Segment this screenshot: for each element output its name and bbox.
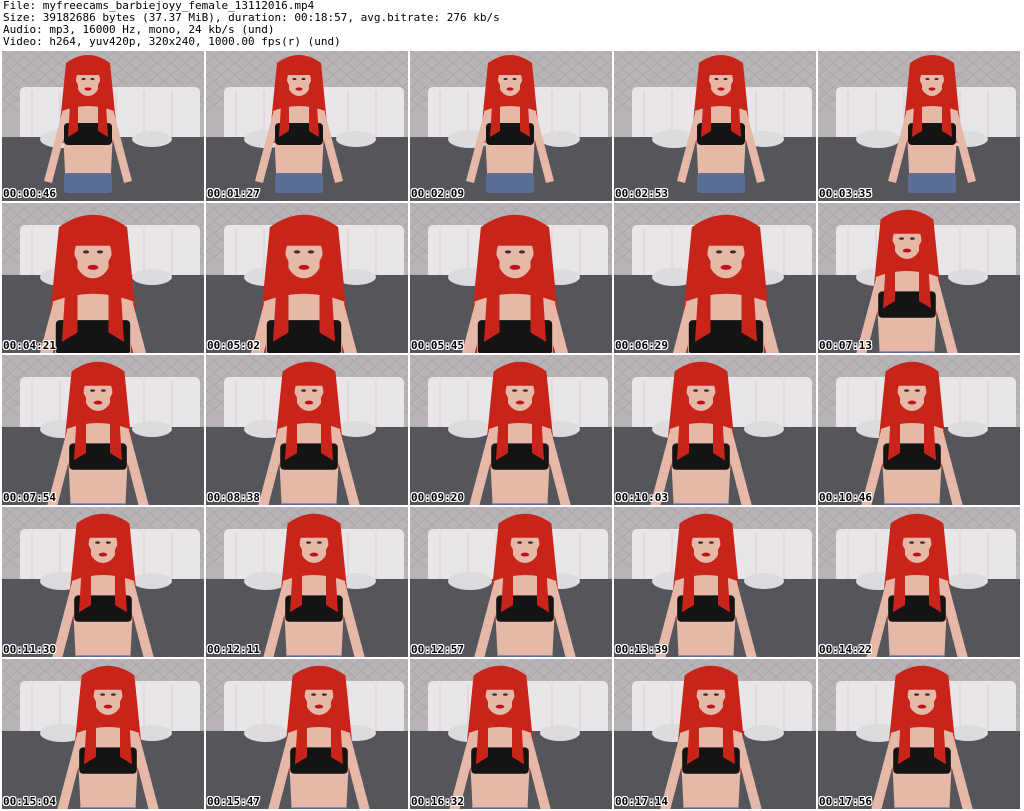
thumbnail-scene: [818, 355, 1020, 505]
video-thumbnail: 00:02:53: [614, 51, 816, 201]
video-thumbnail: 00:08:38: [206, 355, 408, 505]
video-thumbnail: 00:04:21: [2, 203, 204, 353]
thumbnail-scene: [410, 355, 612, 505]
thumbnail-timestamp: 00:12:11: [207, 643, 260, 656]
thumbnail-scene: [614, 355, 816, 505]
video-thumbnail: 00:10:46: [818, 355, 1020, 505]
thumbnail-timestamp: 00:02:53: [615, 187, 668, 200]
video-thumbnail: 00:17:14: [614, 659, 816, 809]
thumbnail-timestamp: 00:17:56: [819, 795, 872, 808]
video-thumbnail: 00:00:46: [2, 51, 204, 201]
thumbnail-timestamp: 00:14:22: [819, 643, 872, 656]
video-thumbnail: 00:03:35: [818, 51, 1020, 201]
video-thumbnail: 00:07:13: [818, 203, 1020, 353]
thumbnail-scene: [410, 51, 612, 201]
thumbnail-timestamp: 00:10:03: [615, 491, 668, 504]
thumbnail-scene: [818, 203, 1020, 353]
video-thumbnail: 00:12:57: [410, 507, 612, 657]
thumbnail-timestamp: 00:11:30: [3, 643, 56, 656]
thumbnail-timestamp: 00:04:21: [3, 339, 56, 352]
thumbnail-scene: [410, 203, 612, 353]
thumbnail-scene: [614, 507, 816, 657]
thumbnail-timestamp: 00:01:27: [207, 187, 260, 200]
video-thumbnail: 00:13:39: [614, 507, 816, 657]
thumbnail-timestamp: 00:16:32: [411, 795, 464, 808]
thumbnail-scene: [206, 355, 408, 505]
video-thumbnail: 00:10:03: [614, 355, 816, 505]
thumbnail-timestamp: 00:15:04: [3, 795, 56, 808]
video-thumbnail: 00:05:45: [410, 203, 612, 353]
video-thumbnail: 00:14:22: [818, 507, 1020, 657]
thumbnail-timestamp: 00:10:46: [819, 491, 872, 504]
thumbnail-timestamp: 00:17:14: [615, 795, 668, 808]
thumbnail-scene: [2, 659, 204, 809]
thumbnail-scene: [206, 51, 408, 201]
thumbnail-scene: [206, 203, 408, 353]
video-thumbnail: 00:17:56: [818, 659, 1020, 809]
thumbnail-scene: [614, 203, 816, 353]
thumbnail-grid: 00:00:46 00:01:27 00:02:09 00:02:53 00:03:35…: [2, 51, 1022, 809]
thumbnail-timestamp: 00:05:45: [411, 339, 464, 352]
thumbnail-scene: [818, 507, 1020, 657]
thumbnail-scene: [614, 659, 816, 809]
thumbnail-timestamp: 00:07:54: [3, 491, 56, 504]
thumbnail-timestamp: 00:06:29: [615, 339, 668, 352]
video-info-line: Video: h264, yuv420p, 320x240, 1000.00 f…: [3, 35, 341, 48]
thumbnail-scene: [2, 51, 204, 201]
thumbnail-scene: [410, 507, 612, 657]
video-thumbnail: 00:15:04: [2, 659, 204, 809]
thumbnail-scene: [614, 51, 816, 201]
thumbnail-timestamp: 00:05:02: [207, 339, 260, 352]
thumbnail-timestamp: 00:03:35: [819, 187, 872, 200]
thumbnail-scene: [206, 659, 408, 809]
video-thumbnail: 00:09:20: [410, 355, 612, 505]
thumbnail-scene: [2, 507, 204, 657]
video-thumbnail: 00:01:27: [206, 51, 408, 201]
thumbnail-timestamp: 00:07:13: [819, 339, 872, 352]
thumbnail-scene: [818, 51, 1020, 201]
thumbnail-timestamp: 00:09:20: [411, 491, 464, 504]
thumbnail-timestamp: 00:15:47: [207, 795, 260, 808]
video-thumbnail: 00:16:32: [410, 659, 612, 809]
thumbnail-scene: [206, 507, 408, 657]
file-info-header: File: myfreecams_barbiejoyy_female_13112…: [3, 0, 1021, 48]
video-thumbnail: 00:07:54: [2, 355, 204, 505]
video-thumbnail: 00:02:09: [410, 51, 612, 201]
thumbnail-timestamp: 00:13:39: [615, 643, 668, 656]
video-thumbnail: 00:15:47: [206, 659, 408, 809]
thumbnail-timestamp: 00:08:38: [207, 491, 260, 504]
video-thumbnail: 00:12:11: [206, 507, 408, 657]
thumbnail-scene: [2, 203, 204, 353]
thumbnail-timestamp: 00:12:57: [411, 643, 464, 656]
thumbnail-scene: [410, 659, 612, 809]
video-thumbnail: 00:11:30: [2, 507, 204, 657]
video-thumbnail: 00:06:29: [614, 203, 816, 353]
video-thumbnail: 00:05:02: [206, 203, 408, 353]
thumbnail-timestamp: 00:02:09: [411, 187, 464, 200]
thumbnail-scene: [2, 355, 204, 505]
thumbnail-scene: [818, 659, 1020, 809]
thumbnail-timestamp: 00:00:46: [3, 187, 56, 200]
